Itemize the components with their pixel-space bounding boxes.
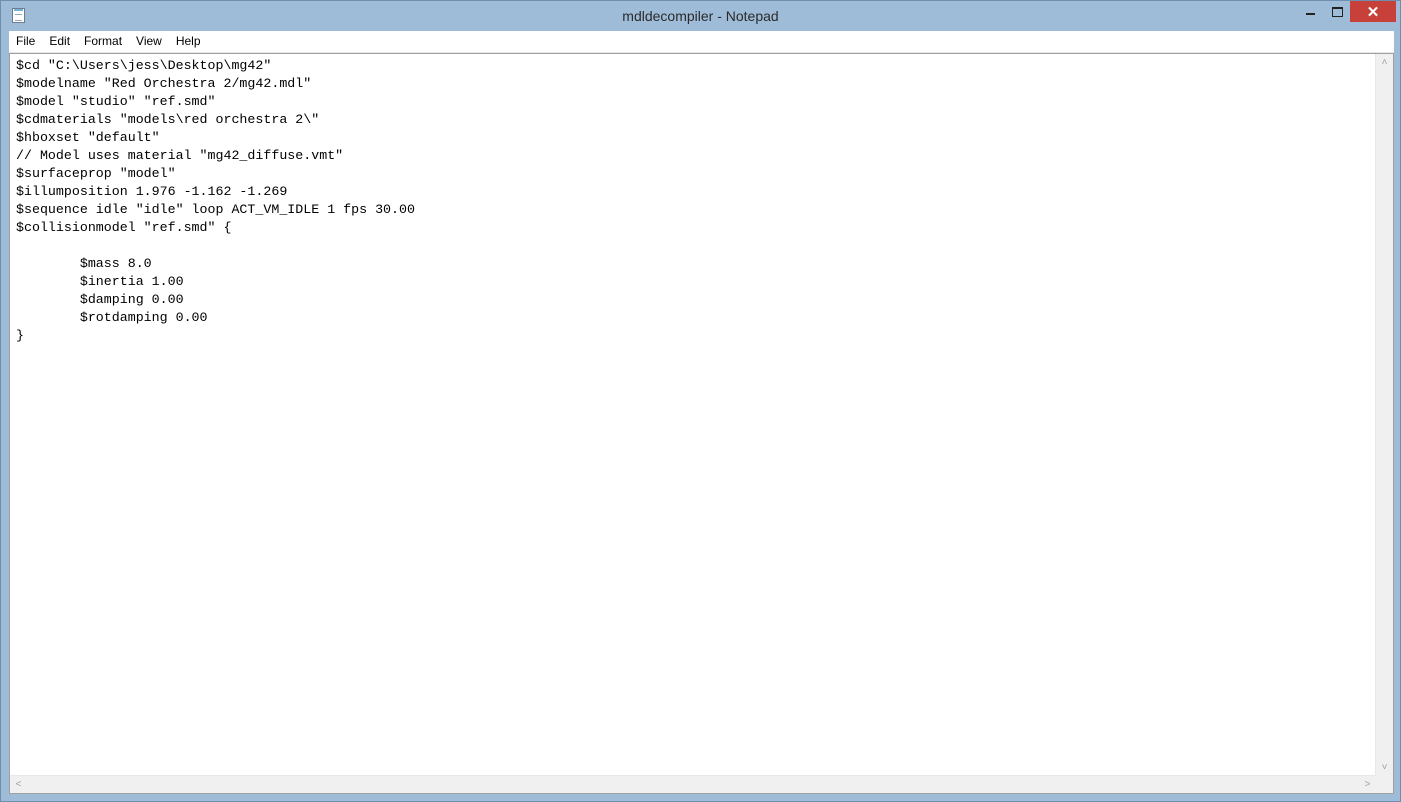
text-editor[interactable]: $cd "C:\Users\jess\Desktop\mg42" $modeln… — [9, 53, 1394, 794]
maximize-icon — [1332, 6, 1343, 17]
scroll-right-icon[interactable]: > — [1359, 776, 1376, 793]
editor-text[interactable]: $cd "C:\Users\jess\Desktop\mg42" $modeln… — [16, 57, 415, 345]
scroll-down-icon[interactable]: ˅ — [1376, 759, 1393, 776]
horizontal-scrollbar[interactable]: < > — [10, 775, 1376, 793]
menu-view[interactable]: View — [129, 31, 169, 52]
scroll-left-icon[interactable]: < — [10, 776, 27, 793]
minimize-button[interactable] — [1297, 1, 1324, 22]
scrollbar-corner — [1376, 776, 1393, 793]
menu-help[interactable]: Help — [169, 31, 208, 52]
minimize-icon — [1306, 12, 1315, 15]
vertical-scrollbar[interactable]: ˄ ˅ — [1375, 54, 1393, 776]
menu-bar: File Edit Format View Help — [9, 31, 1394, 53]
close-icon: ✕ — [1366, 3, 1380, 21]
maximize-button[interactable] — [1324, 1, 1351, 22]
menu-edit[interactable]: Edit — [42, 31, 77, 52]
window-title: mdldecompiler - Notepad — [622, 8, 779, 24]
menu-file[interactable]: File — [9, 31, 42, 52]
close-button[interactable]: ✕ — [1350, 1, 1396, 22]
notepad-window: mdldecompiler - Notepad ✕ File Edit Form… — [0, 0, 1401, 802]
title-bar[interactable]: mdldecompiler - Notepad ✕ — [1, 1, 1400, 31]
scroll-up-icon[interactable]: ˄ — [1376, 54, 1393, 71]
menu-format[interactable]: Format — [77, 31, 129, 52]
